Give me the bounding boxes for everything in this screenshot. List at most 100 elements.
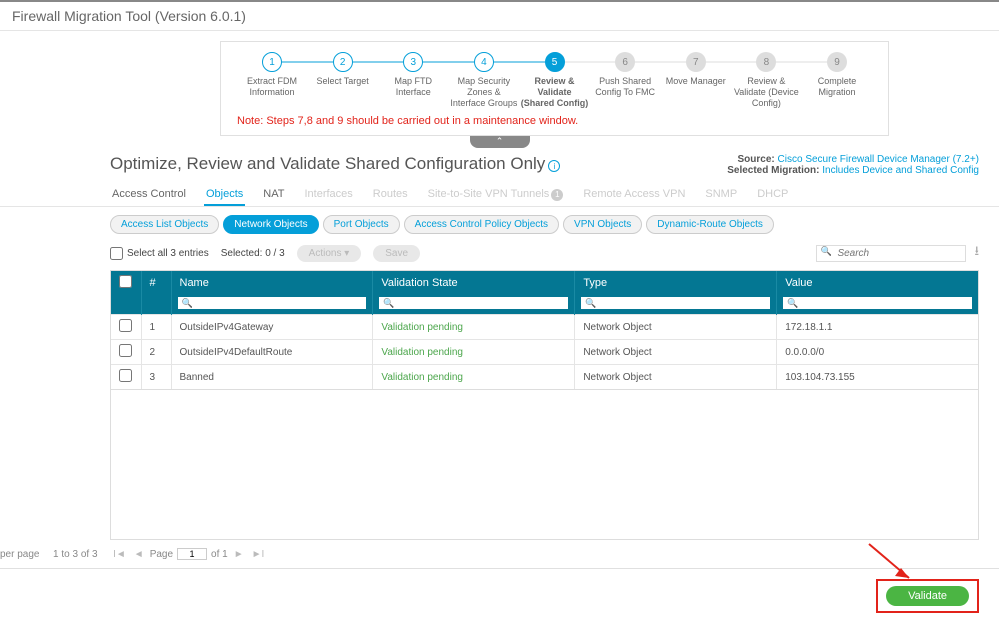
step-circle: 4 (474, 52, 494, 72)
subtab-vpn-objects[interactable]: VPN Objects (563, 215, 642, 234)
save-button[interactable]: Save (373, 245, 420, 262)
pager-last-icon[interactable]: ►I (250, 549, 267, 560)
step-label: Map FTD Interface (378, 76, 448, 98)
row-validation: Validation pending (373, 340, 575, 365)
col-value[interactable]: Value (777, 271, 978, 295)
step-label: Review & Validate (Shared Config) (520, 76, 590, 109)
step-9: 9Complete Migration (802, 52, 872, 98)
step-circle: 1 (262, 52, 282, 72)
col-name[interactable]: Name (171, 271, 373, 295)
pager-page-input[interactable] (177, 548, 207, 560)
app-title-bar: Firewall Migration Tool (Version 6.0.1) (0, 0, 999, 31)
chevron-up-icon: ⌃ (496, 136, 504, 147)
row-type: Network Object (575, 365, 777, 390)
tab-snmp: SNMP (703, 184, 739, 206)
object-table: # Name Validation State Type Value 1Outs… (110, 270, 979, 390)
select-all-checkbox[interactable] (110, 247, 123, 260)
step-circle: 3 (403, 52, 423, 72)
pager: per page 1 to 3 of 3 I◄ ◄ Page of 1 ► ►I (0, 540, 999, 568)
secondary-tabs: Access List ObjectsNetwork Objects Port O… (0, 207, 999, 240)
steps-container: 1 Extract FDM Information 2 Select Target 3 M… (220, 41, 889, 136)
tab-site-to-site-vpn-tunnels: Site-to-Site VPN Tunnels1 (426, 184, 566, 206)
badge: 1 (551, 189, 563, 201)
step-label: Extract FDM Information (237, 76, 307, 98)
source-link[interactable]: Cisco Secure Firewall Device Manager (7.… (778, 154, 979, 165)
tab-remote-access-vpn: Remote Access VPN (581, 184, 687, 206)
filter-name[interactable] (178, 297, 367, 309)
row-name: OutsideIPv4Gateway (171, 315, 373, 340)
table-blank-area (110, 390, 979, 540)
app-title: Firewall Migration Tool (Version 6.0.1) (12, 8, 246, 24)
page-title: Optimize, Review and Validate Shared Con… (110, 154, 545, 173)
row-checkbox[interactable] (119, 344, 132, 357)
step-circle: 7 (686, 52, 706, 72)
search-input[interactable] (816, 245, 966, 262)
col-index: # (141, 271, 171, 295)
primary-tabs: Access ControlObjectsNATInterfacesRoutes… (0, 180, 999, 207)
subtab-access-list-objects[interactable]: Access List Objects (110, 215, 219, 234)
filter-validation[interactable] (379, 297, 568, 309)
mig-link[interactable]: Includes Device and Shared Config (822, 165, 979, 176)
source-label: Source: (738, 154, 778, 165)
row-type: Network Object (575, 315, 777, 340)
pager-of: of 1 (211, 549, 228, 560)
step-label: Select Target (316, 76, 368, 87)
actions-button[interactable]: Actions ▾ (297, 245, 362, 262)
step-1: 1 Extract FDM Information (237, 52, 307, 98)
subtab-network-objects[interactable]: Network Objects (223, 215, 318, 234)
subtab-access-control-policy-objects[interactable]: Access Control Policy Objects (404, 215, 559, 234)
subtab-dynamic-route-objects[interactable]: Dynamic-Route Objects (646, 215, 774, 234)
pager-next-icon[interactable]: ► (232, 549, 246, 560)
header-checkbox[interactable] (119, 275, 132, 288)
col-type[interactable]: Type (575, 271, 777, 295)
validate-button[interactable]: Validate (886, 586, 969, 606)
row-value: 172.18.1.1 (777, 315, 978, 340)
step-circle: 5 (545, 52, 565, 72)
row-name: Banned (171, 365, 373, 390)
tab-nat[interactable]: NAT (261, 184, 286, 206)
subtab-port-objects[interactable]: Port Objects (323, 215, 400, 234)
step-circle: 9 (827, 52, 847, 72)
row-index: 1 (141, 315, 171, 340)
table-row[interactable]: 3BannedValidation pendingNetwork Object1… (111, 365, 978, 390)
step-5: 5 Review & Validate (Shared Config) (520, 52, 590, 109)
select-all-text: Select all 3 entries (127, 248, 209, 259)
col-validation[interactable]: Validation State (373, 271, 575, 295)
step-circle: 8 (756, 52, 776, 72)
step-label: Push Shared Config To FMC (590, 76, 660, 98)
row-validation: Validation pending (373, 315, 575, 340)
steps-row: 1 Extract FDM Information 2 Select Target 3 M… (237, 52, 872, 109)
row-name: OutsideIPv4DefaultRoute (171, 340, 373, 365)
toolbar: Select all 3 entries Selected: 0 / 3 Act… (0, 240, 999, 270)
row-value: 103.104.73.155 (777, 365, 978, 390)
info-icon[interactable]: i (548, 160, 560, 172)
pager-per: per page (0, 549, 39, 560)
collapse-handle[interactable]: ⌃ (470, 135, 530, 148)
filter-value[interactable] (783, 297, 972, 309)
row-value: 0.0.0.0/0 (777, 340, 978, 365)
mig-label: Selected Migration: (727, 165, 822, 176)
pager-prev-icon[interactable]: ◄ (132, 549, 146, 560)
maintenance-note: Note: Steps 7,8 and 9 should be carried … (237, 115, 872, 127)
step-circle: 2 (333, 52, 353, 72)
row-checkbox[interactable] (119, 369, 132, 382)
col-select (111, 271, 141, 295)
download-icon[interactable]: ⭳ (974, 242, 979, 264)
tab-objects[interactable]: Objects (204, 184, 245, 206)
pager-first-icon[interactable]: I◄ (111, 549, 128, 560)
select-all-label[interactable]: Select all 3 entries (110, 247, 209, 260)
step-7: 7Move Manager (661, 52, 731, 87)
bottom-bar: Validate (0, 568, 999, 623)
pager-page-label: Page (150, 549, 173, 560)
tab-interfaces: Interfaces (302, 184, 354, 206)
page-header: Optimize, Review and Validate Shared Con… (0, 148, 999, 180)
step-2: 2 Select Target (308, 52, 378, 87)
row-checkbox[interactable] (119, 319, 132, 332)
tab-access-control[interactable]: Access Control (110, 184, 188, 206)
table-row[interactable]: 1OutsideIPv4GatewayValidation pendingNet… (111, 315, 978, 340)
step-4: 4Map Security Zones & Interface Groups (449, 52, 519, 109)
table-row[interactable]: 2OutsideIPv4DefaultRouteValidation pendi… (111, 340, 978, 365)
row-index: 2 (141, 340, 171, 365)
step-3: 3 Map FTD Interface (378, 52, 448, 98)
filter-type[interactable] (581, 297, 770, 309)
